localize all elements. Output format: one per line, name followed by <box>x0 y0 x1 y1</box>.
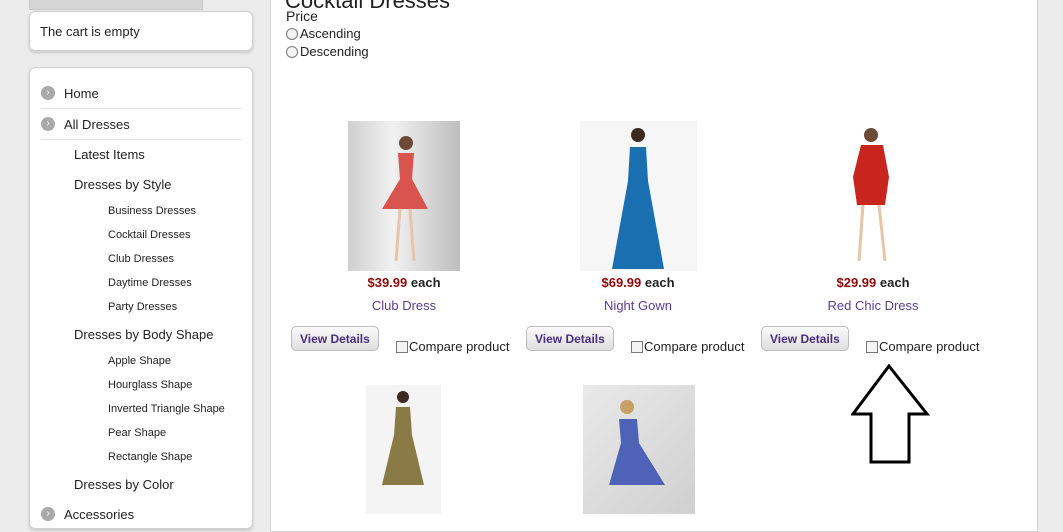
compare-product[interactable]: Compare product <box>866 339 979 354</box>
product-image[interactable] <box>580 121 697 271</box>
sort-descending[interactable]: Descending <box>286 44 369 59</box>
price-unit: each <box>644 275 675 290</box>
cart-box: The cart is empty <box>29 11 253 51</box>
sidebar-top-box <box>29 0 203 10</box>
cart-status: The cart is empty <box>40 24 140 39</box>
price-unit: each <box>879 275 910 290</box>
view-details-button[interactable]: View Details <box>291 326 379 351</box>
product-price: $29.99 each <box>836 275 909 290</box>
sort-ascending-label: Ascending <box>300 26 361 41</box>
view-details-button[interactable]: View Details <box>761 326 849 351</box>
radio-ascending[interactable] <box>286 27 298 40</box>
nav-item-inverted-triangle[interactable]: Inverted Triangle Shape <box>108 403 225 415</box>
price-value: $39.99 <box>367 275 408 290</box>
sort-label: Price <box>286 8 318 24</box>
compare-label: Compare product <box>879 339 980 354</box>
product-price: $39.99 each <box>367 275 440 290</box>
compare-checkbox[interactable] <box>866 340 878 353</box>
nav-item-hourglass[interactable]: Hourglass Shape <box>108 379 192 391</box>
product-name-link[interactable]: Red Chic Dress <box>827 298 918 313</box>
price-value: $29.99 <box>836 275 877 290</box>
radio-descending[interactable] <box>286 45 298 58</box>
product-image[interactable] <box>815 121 932 271</box>
nav-item-label: Accessories <box>64 507 135 522</box>
nav-item-all-dresses[interactable]: › All Dresses <box>41 109 242 140</box>
nav-item-by-body[interactable]: Dresses by Body Shape <box>74 327 213 342</box>
nav-item-accessories[interactable]: › Accessories <box>41 499 242 529</box>
category-nav: › Home › All Dresses Latest Items Dresse… <box>29 67 253 529</box>
product-image[interactable] <box>583 385 695 514</box>
chevron-right-icon: › <box>41 507 55 521</box>
nav-item-pear[interactable]: Pear Shape <box>108 427 166 439</box>
nav-item-by-color[interactable]: Dresses by Color <box>74 477 174 492</box>
product-name-link[interactable]: Night Gown <box>604 298 672 313</box>
price-value: $69.99 <box>601 275 642 290</box>
nav-item-daytime[interactable]: Daytime Dresses <box>108 277 192 289</box>
sort-ascending[interactable]: Ascending <box>286 26 361 41</box>
product-price: $69.99 each <box>601 275 674 290</box>
nav-item-by-style[interactable]: Dresses by Style <box>74 177 172 192</box>
compare-label: Compare product <box>409 339 510 354</box>
view-details-button[interactable]: View Details <box>526 326 614 351</box>
sort-descending-label: Descending <box>300 44 369 59</box>
compare-product[interactable]: Compare product <box>396 339 509 354</box>
nav-item-party[interactable]: Party Dresses <box>108 301 177 313</box>
compare-product[interactable]: Compare product <box>631 339 744 354</box>
nav-item-home[interactable]: › Home <box>41 78 242 109</box>
price-unit: each <box>410 275 441 290</box>
compare-checkbox[interactable] <box>631 340 643 353</box>
up-arrow-icon <box>851 364 931 464</box>
nav-item-latest[interactable]: Latest Items <box>74 147 145 162</box>
nav-item-apple[interactable]: Apple Shape <box>108 355 171 367</box>
nav-item-rectangle[interactable]: Rectangle Shape <box>108 451 192 463</box>
product-image[interactable] <box>366 385 441 514</box>
nav-item-label: All Dresses <box>64 117 130 132</box>
nav-item-cocktail[interactable]: Cocktail Dresses <box>108 229 191 241</box>
nav-item-label: Home <box>64 86 99 101</box>
chevron-right-icon: › <box>41 86 55 100</box>
chevron-right-icon: › <box>41 117 55 131</box>
compare-label: Compare product <box>644 339 745 354</box>
nav-item-club[interactable]: Club Dresses <box>108 253 174 265</box>
product-image[interactable] <box>348 121 460 271</box>
product-name-link[interactable]: Club Dress <box>372 298 436 313</box>
nav-item-business[interactable]: Business Dresses <box>108 205 196 217</box>
compare-checkbox[interactable] <box>396 340 408 353</box>
